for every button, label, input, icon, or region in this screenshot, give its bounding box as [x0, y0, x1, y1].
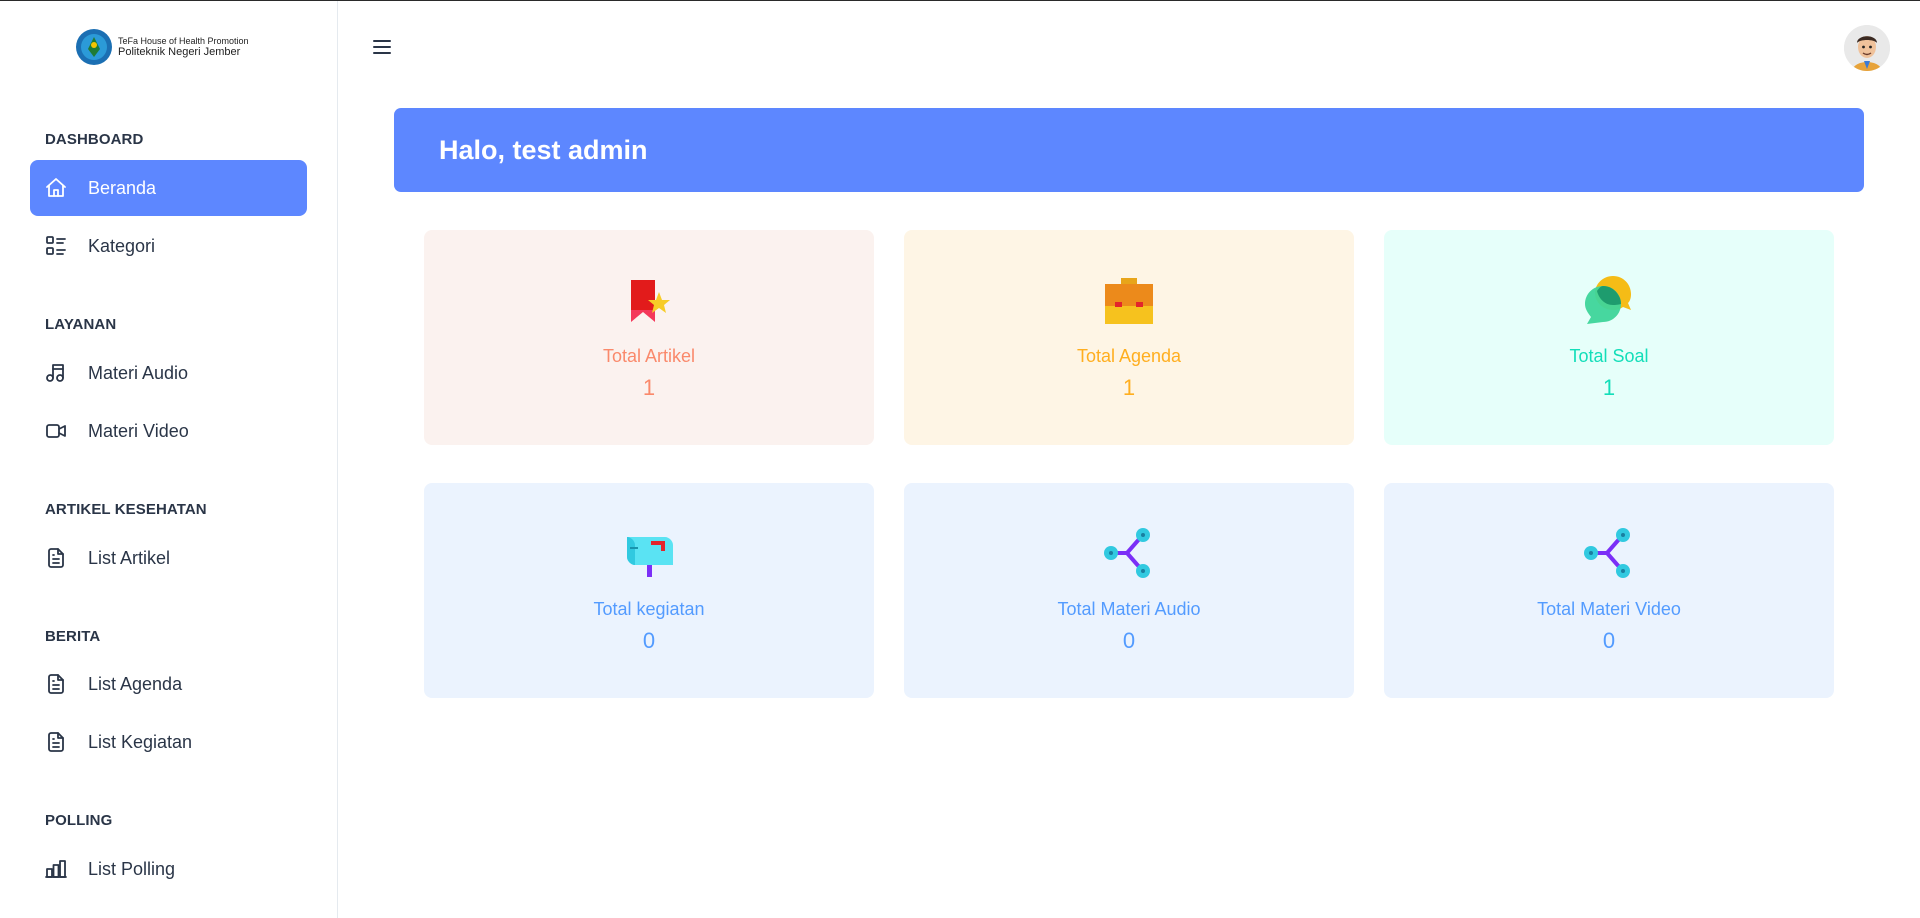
- sidebar: TeFa House of Health Promotion Politekni…: [0, 1, 338, 918]
- category-list-icon: [44, 234, 68, 258]
- ribbon-star-icon: [631, 280, 670, 322]
- stat-card-total-soal[interactable]: Total Soal 1: [1384, 230, 1834, 445]
- sidebar-item-label: Materi Video: [88, 420, 189, 441]
- sidebar-item-list-polling[interactable]: List Polling: [30, 841, 307, 897]
- section-layanan: LAYANAN: [45, 316, 117, 333]
- welcome-greeting: Halo, test admin: [439, 134, 648, 165]
- file-text-icon: [44, 672, 68, 696]
- stat-value: 0: [642, 628, 656, 653]
- welcome-banner: Halo, test admin: [394, 108, 1864, 192]
- section-artikel-kesehatan: ARTIKEL KESEHATAN: [45, 501, 207, 518]
- sidebar-item-label: Kategori: [88, 235, 156, 256]
- menu-toggle-button[interactable]: [370, 35, 394, 59]
- music-icon: [44, 361, 68, 385]
- home-icon: [44, 176, 68, 200]
- stat-card-total-agenda[interactable]: Total Agenda 1: [904, 230, 1354, 445]
- chart-bar-icon: [44, 857, 68, 881]
- stat-card-total-kegiatan[interactable]: Total kegiatan 0: [424, 483, 874, 698]
- stat-label: Total kegiatan: [593, 599, 705, 619]
- stat-value: 0: [1122, 628, 1136, 653]
- file-text-icon: [44, 730, 68, 754]
- hamburger-icon: [373, 40, 391, 54]
- stat-card-total-materi-audio[interactable]: Total Materi Audio 0: [904, 483, 1354, 698]
- sidebar-item-kategori[interactable]: Kategori: [30, 218, 307, 274]
- sidebar-item-list-artikel[interactable]: List Artikel: [30, 530, 307, 586]
- file-text-icon: [44, 546, 68, 570]
- brand-logo[interactable]: TeFa House of Health Promotion Politekni…: [74, 27, 249, 67]
- sidebar-item-label: Beranda: [88, 177, 157, 198]
- stat-card-total-materi-video[interactable]: Total Materi Video 0: [1384, 483, 1834, 698]
- sidebar-item-list-agenda[interactable]: List Agenda: [30, 656, 307, 712]
- stat-label: Total Soal: [1569, 346, 1649, 366]
- chat-bubbles-icon: [1585, 276, 1631, 324]
- sidebar-item-label: List Kegiatan: [88, 731, 193, 752]
- share-nodes-icon: [1584, 528, 1630, 578]
- stat-value: 0: [1602, 628, 1616, 653]
- sidebar-item-label: List Polling: [88, 858, 176, 879]
- stat-label: Total Materi Video: [1537, 599, 1681, 619]
- sidebar-item-beranda[interactable]: Beranda: [30, 160, 307, 216]
- sidebar-item-materi-audio[interactable]: Materi Audio: [30, 345, 307, 401]
- briefcase-icon: [1105, 278, 1153, 324]
- section-dashboard: DASHBOARD: [45, 131, 144, 148]
- stat-value: 1: [1602, 375, 1616, 400]
- mailbox-icon: [627, 537, 673, 577]
- stat-label: Total Artikel: [602, 346, 696, 366]
- stat-label: Total Materi Audio: [1057, 599, 1201, 619]
- logo-emblem-icon: [76, 29, 112, 65]
- video-icon: [44, 419, 68, 443]
- sidebar-item-label: List Agenda: [88, 673, 183, 694]
- stat-card-total-artikel[interactable]: Total Artikel 1: [424, 230, 874, 445]
- stat-value: 1: [642, 375, 656, 400]
- section-berita: BERITA: [45, 628, 101, 645]
- sidebar-item-list-kegiatan[interactable]: List Kegiatan: [30, 714, 307, 770]
- sidebar-item-label: Materi Audio: [88, 362, 189, 383]
- brand-line2: Politeknik Negeri Jember: [118, 46, 241, 58]
- section-polling: POLLING: [45, 812, 113, 829]
- avatar-icon: [1844, 25, 1890, 71]
- sidebar-item-label: List Artikel: [88, 547, 171, 568]
- sidebar-item-materi-video[interactable]: Materi Video: [30, 403, 307, 459]
- user-avatar[interactable]: [1844, 25, 1890, 71]
- stat-value: 1: [1122, 375, 1136, 400]
- stat-label: Total Agenda: [1076, 346, 1182, 366]
- share-nodes-icon: [1104, 528, 1150, 578]
